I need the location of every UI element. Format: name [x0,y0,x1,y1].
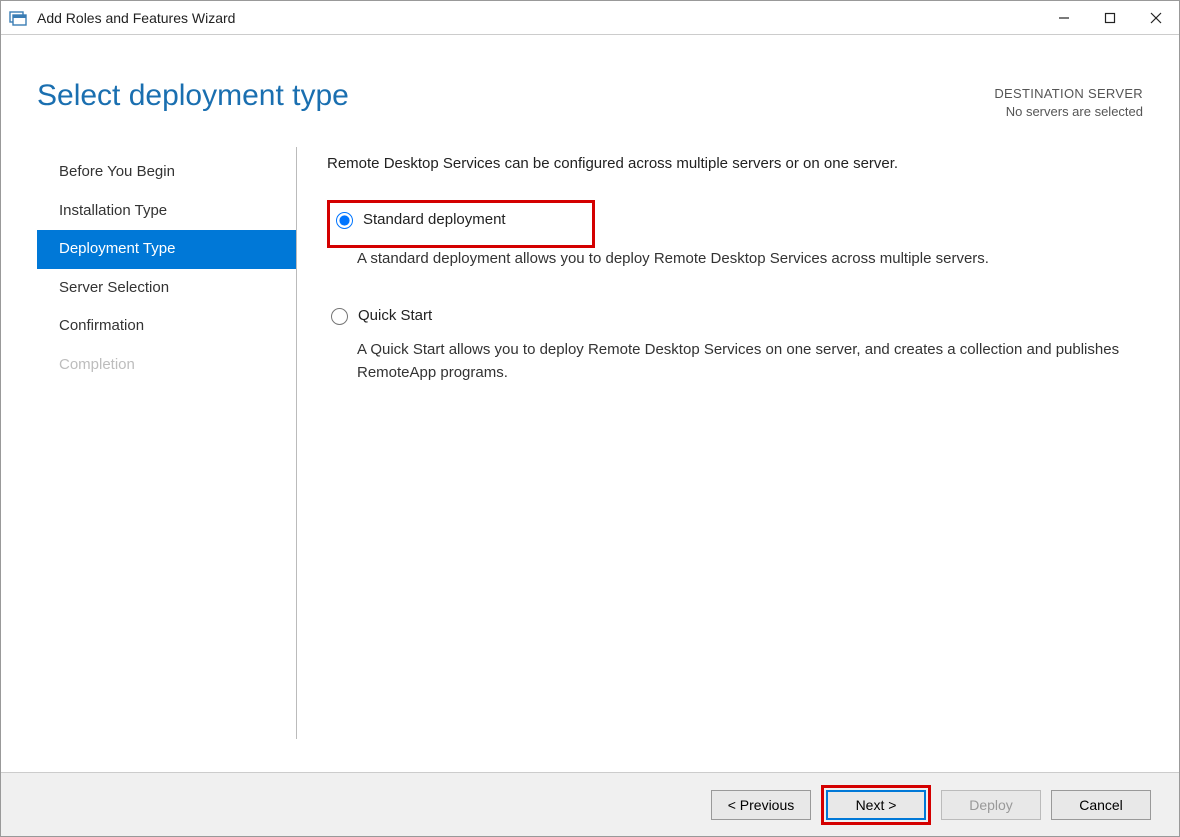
radio-standard-deployment[interactable] [336,212,353,229]
previous-button[interactable]: < Previous [711,790,811,820]
option-label-standard: Standard deployment [363,209,506,232]
radio-quick-start[interactable] [331,308,348,325]
option-standard-deployment: Standard deployment A standard deploymen… [327,200,1143,271]
minimize-button[interactable] [1041,1,1087,35]
destination-value: No servers are selected [994,103,1143,121]
next-button-highlight: Next > [821,785,931,825]
footer: < Previous Next > Deploy Cancel [1,772,1179,836]
window-title: Add Roles and Features Wizard [37,10,235,26]
maximize-button[interactable] [1087,1,1133,35]
intro-text: Remote Desktop Services can be configure… [327,153,1143,176]
sidebar-item-deployment-type[interactable]: Deployment Type [37,230,296,269]
main-panel: Remote Desktop Services can be configure… [297,147,1143,739]
next-button[interactable]: Next > [826,790,926,820]
sidebar-item-completion: Completion [37,346,296,385]
content: Before You Begin Installation Type Deplo… [1,139,1179,739]
cancel-button[interactable]: Cancel [1051,790,1151,820]
option-quick-start: Quick Start A Quick Start allows you to … [327,301,1143,385]
wizard-window: Add Roles and Features Wizard Select dep… [1,1,1179,836]
destination-label: DESTINATION SERVER [994,85,1143,103]
sidebar-item-confirmation[interactable]: Confirmation [37,307,296,346]
destination-server-info: DESTINATION SERVER No servers are select… [994,79,1143,121]
option-desc-standard: A standard deployment allows you to depl… [357,248,1143,271]
option-label-quickstart: Quick Start [358,305,432,328]
sidebar-item-installation-type[interactable]: Installation Type [37,192,296,231]
wizard-steps-sidebar: Before You Begin Installation Type Deplo… [37,147,297,739]
close-button[interactable] [1133,1,1179,35]
sidebar-item-server-selection[interactable]: Server Selection [37,269,296,308]
header: Select deployment type DESTINATION SERVE… [1,35,1179,139]
app-icon [9,9,27,27]
titlebar: Add Roles and Features Wizard [1,1,1179,35]
sidebar-item-before-you-begin[interactable]: Before You Begin [37,153,296,192]
page-title: Select deployment type [37,79,349,113]
deploy-button: Deploy [941,790,1041,820]
option-desc-quickstart: A Quick Start allows you to deploy Remot… [357,339,1143,384]
standard-deployment-highlight: Standard deployment [327,200,595,249]
